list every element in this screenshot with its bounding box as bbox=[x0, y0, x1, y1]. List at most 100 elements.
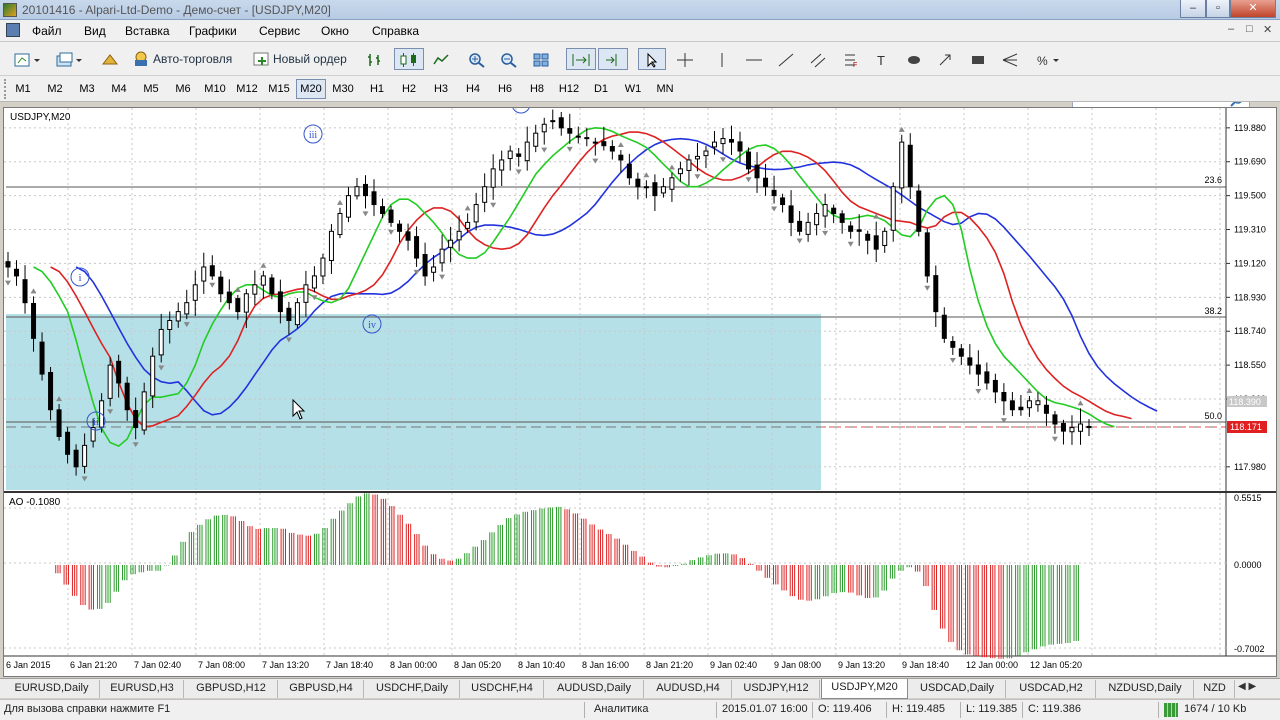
pitchfork-icon[interactable] bbox=[998, 48, 1022, 70]
candle-body bbox=[320, 257, 326, 277]
chart-window-icon[interactable] bbox=[6, 23, 20, 37]
timeframe-m10[interactable]: M10 bbox=[200, 79, 230, 99]
tab-scroll-arrows[interactable]: ◀ ▶ bbox=[1238, 681, 1256, 692]
line-chart-icon[interactable] bbox=[428, 48, 454, 70]
maximize-button[interactable]: ▫ bbox=[1206, 0, 1230, 18]
candle-body bbox=[626, 163, 632, 179]
timeframe-m1[interactable]: M1 bbox=[8, 79, 38, 99]
candle-body bbox=[448, 239, 454, 248]
chart-tab[interactable]: NZD bbox=[1195, 680, 1235, 698]
chart-tab[interactable]: AUDUSD,H4 bbox=[645, 680, 732, 698]
candle-body bbox=[737, 141, 743, 152]
timeframe-m3[interactable]: M3 bbox=[72, 79, 102, 99]
candle-body bbox=[1009, 400, 1015, 411]
new-chart-button[interactable] bbox=[8, 48, 46, 70]
timeframe-mn[interactable]: MN bbox=[650, 79, 680, 99]
zoom-out-icon[interactable] bbox=[496, 48, 522, 70]
timeframe-m4[interactable]: M4 bbox=[104, 79, 134, 99]
equidistant-channel-icon[interactable] bbox=[806, 48, 830, 70]
timeframe-m15[interactable]: M15 bbox=[264, 79, 294, 99]
trendline-icon[interactable] bbox=[774, 48, 798, 70]
menu-tools[interactable]: Сервис bbox=[259, 24, 300, 38]
candle-body bbox=[941, 314, 947, 339]
profiles-button[interactable] bbox=[50, 48, 88, 70]
timeframe-m2[interactable]: M2 bbox=[40, 79, 70, 99]
indicators-dropdown[interactable]: % bbox=[1030, 48, 1066, 70]
cursor-tool-icon[interactable] bbox=[638, 48, 666, 70]
timeframe-h3[interactable]: H3 bbox=[426, 79, 456, 99]
mdi-minimize-button[interactable]: – bbox=[1228, 23, 1234, 35]
horizontal-line-icon[interactable] bbox=[742, 48, 766, 70]
bar-chart-icon[interactable] bbox=[362, 48, 388, 70]
chart-tab[interactable]: EURUSD,H3 bbox=[101, 680, 184, 698]
chart-tab[interactable]: USDCAD,Daily bbox=[909, 680, 1006, 698]
candle-body bbox=[107, 364, 113, 399]
timeframe-h12[interactable]: H12 bbox=[554, 79, 584, 99]
time-tick-label: 9 Jan 13:20 bbox=[838, 660, 885, 670]
time-tick-label: 12 Jan 05:20 bbox=[1030, 660, 1082, 670]
chart-tab[interactable]: EURUSD,Daily bbox=[4, 680, 100, 698]
timeframe-h2[interactable]: H2 bbox=[394, 79, 424, 99]
menu-file[interactable]: Файл bbox=[32, 24, 62, 38]
menu-insert[interactable]: Вставка bbox=[125, 24, 170, 38]
time-tick-label: 12 Jan 00:00 bbox=[966, 660, 1018, 670]
candle-body bbox=[848, 225, 854, 232]
timeframe-h8[interactable]: H8 bbox=[522, 79, 552, 99]
chart-tab[interactable]: GBPUSD,H12 bbox=[185, 680, 278, 698]
chart-window[interactable]: USDJPY,M20 AO -0.1080 119.880 119.690 119.… bbox=[3, 107, 1277, 677]
timeframe-d1[interactable]: D1 bbox=[586, 79, 616, 99]
minimize-button[interactable]: – bbox=[1180, 0, 1206, 18]
market-watch-icon[interactable] bbox=[98, 48, 122, 70]
menu-window[interactable]: Окно bbox=[321, 24, 349, 38]
timeframe-m5[interactable]: M5 bbox=[136, 79, 166, 99]
close-button[interactable]: ✕ bbox=[1230, 0, 1276, 18]
status-low: L: 119.385 bbox=[966, 703, 1018, 715]
chart-tab[interactable]: USDCHF,Daily bbox=[365, 680, 460, 698]
fibonacci-icon[interactable]: F bbox=[838, 48, 862, 70]
candle-body bbox=[541, 123, 547, 133]
zoom-in-icon[interactable] bbox=[464, 48, 490, 70]
candle-body bbox=[729, 139, 735, 143]
vertical-line-icon[interactable] bbox=[710, 48, 734, 70]
chart-tab[interactable]: AUDUSD,Daily bbox=[545, 680, 644, 698]
candlestick-chart-icon[interactable] bbox=[394, 48, 424, 70]
menu-view[interactable]: Вид bbox=[84, 24, 106, 38]
timeframe-m20[interactable]: M20 bbox=[296, 79, 326, 99]
candle-body bbox=[984, 371, 990, 384]
timeframe-w1[interactable]: W1 bbox=[618, 79, 648, 99]
autotrade-button[interactable]: Авто-торговля bbox=[128, 48, 240, 70]
chart-tab[interactable]: USDJPY,M20 bbox=[821, 679, 908, 699]
text-tool-icon[interactable]: T bbox=[870, 48, 894, 70]
mdi-close-button[interactable]: ✕ bbox=[1263, 23, 1272, 36]
shapes-icon[interactable] bbox=[902, 48, 926, 70]
crosshair-icon[interactable] bbox=[672, 48, 698, 70]
menu-help[interactable]: Справка bbox=[372, 24, 419, 38]
label-tool-icon[interactable] bbox=[966, 48, 990, 70]
timeframe-m12[interactable]: M12 bbox=[232, 79, 262, 99]
tile-windows-icon[interactable] bbox=[528, 48, 554, 70]
price-axis-ticks: 119.880 119.690 119.500 119.310 119.120 118.9… bbox=[1226, 123, 1266, 654]
arrows-icon[interactable] bbox=[934, 48, 958, 70]
timeframe-h6[interactable]: H6 bbox=[490, 79, 520, 99]
chart-shift-icon[interactable] bbox=[598, 48, 628, 70]
chart-tab[interactable]: USDCHF,H4 bbox=[461, 680, 544, 698]
timeframe-h1[interactable]: H1 bbox=[362, 79, 392, 99]
price-chart[interactable]: USDJPY,M20 AO -0.1080 119.880119.690119.… bbox=[4, 108, 1276, 676]
chart-tab[interactable]: NZDUSD,Daily bbox=[1097, 680, 1194, 698]
fractal-arrow bbox=[388, 229, 395, 235]
status-open: O: 119.406 bbox=[818, 703, 872, 715]
chart-tab[interactable]: USDJPY,H12 bbox=[733, 680, 820, 698]
svg-text:F: F bbox=[853, 62, 857, 68]
chart-tab[interactable]: USDCAD,H2 bbox=[1007, 680, 1096, 698]
mdi-restore-button[interactable]: □ bbox=[1246, 23, 1253, 35]
timeframe-h4[interactable]: H4 bbox=[458, 79, 488, 99]
candle-body bbox=[584, 137, 590, 140]
timeframe-m30[interactable]: M30 bbox=[328, 79, 358, 99]
timeframe-m6[interactable]: M6 bbox=[168, 79, 198, 99]
new-order-button[interactable]: Новый ордер bbox=[248, 48, 352, 70]
auto-scroll-icon[interactable] bbox=[566, 48, 596, 70]
candle-body bbox=[609, 146, 615, 152]
chart-tab[interactable]: GBPUSD,H4 bbox=[279, 680, 364, 698]
menu-charts[interactable]: Графики bbox=[189, 24, 237, 38]
candle-body bbox=[814, 212, 820, 226]
